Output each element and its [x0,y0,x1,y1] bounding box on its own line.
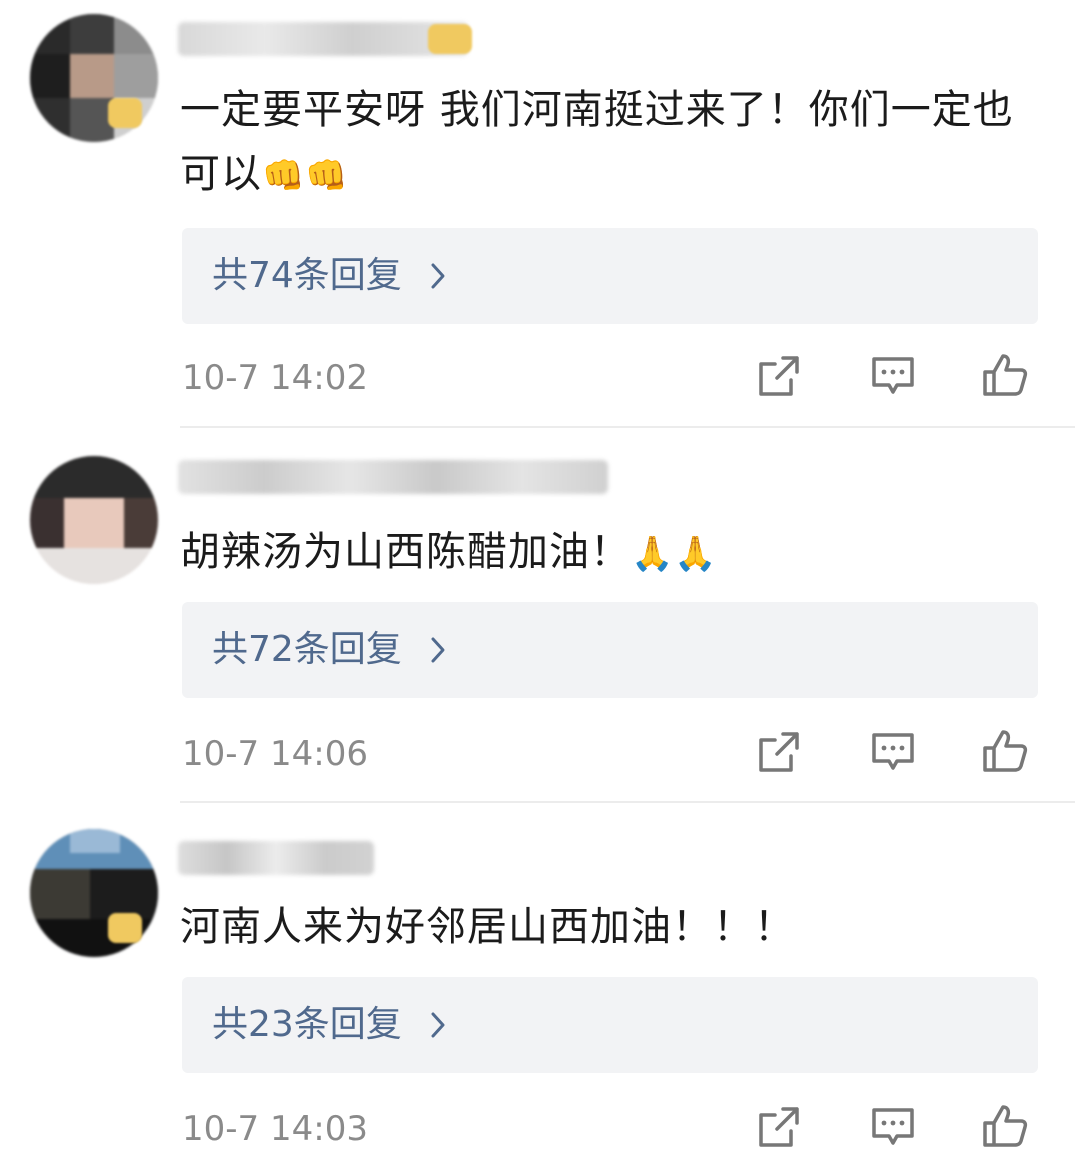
comment-text: 一定要平安呀 我们河南挺过来了！你们一定也可以👊👊 [180,87,1014,197]
timestamp: 10-7 14:02 [182,358,368,398]
divider [180,801,1075,803]
comment-icon[interactable] [869,728,917,776]
timestamp: 10-7 14:03 [182,1109,368,1149]
replies-link[interactable]: 共74条回复 [182,228,1038,324]
chevron-right-icon [431,263,445,289]
share-icon[interactable] [755,352,803,400]
username-blurred[interactable] [178,460,608,494]
thumbs-up-icon[interactable] [981,350,1029,398]
thumbs-up-icon[interactable] [981,726,1029,774]
replies-link[interactable]: 共72条回复 [182,602,1038,698]
replies-count: 共72条回复 [212,629,402,670]
chevron-right-icon [431,1012,445,1038]
fist-emoji-icon: 👊👊 [262,156,349,196]
avatar[interactable] [30,456,158,584]
thumbs-up-icon[interactable] [981,1101,1029,1149]
share-icon[interactable] [755,1103,803,1151]
timestamp: 10-7 14:06 [182,734,368,774]
level-badge-icon [428,24,472,54]
praying-hands-emoji-icon: 🙏🙏 [631,534,718,574]
comment-text: 河南人来为好邻居山西加油！！！ [180,904,795,950]
share-icon[interactable] [755,728,803,776]
comment-icon[interactable] [869,352,917,400]
vip-badge-icon [108,98,142,128]
comment-icon[interactable] [869,1103,917,1151]
divider [180,426,1075,428]
replies-link[interactable]: 共23条回复 [182,977,1038,1073]
chevron-right-icon [431,637,445,663]
username-blurred[interactable] [178,841,374,875]
replies-count: 共74条回复 [212,255,402,296]
replies-count: 共23条回复 [212,1004,402,1045]
comment-text: 胡辣汤为山西陈醋加油！🙏🙏 [180,529,718,575]
vip-badge-icon [108,913,142,943]
username-blurred[interactable] [178,22,468,56]
